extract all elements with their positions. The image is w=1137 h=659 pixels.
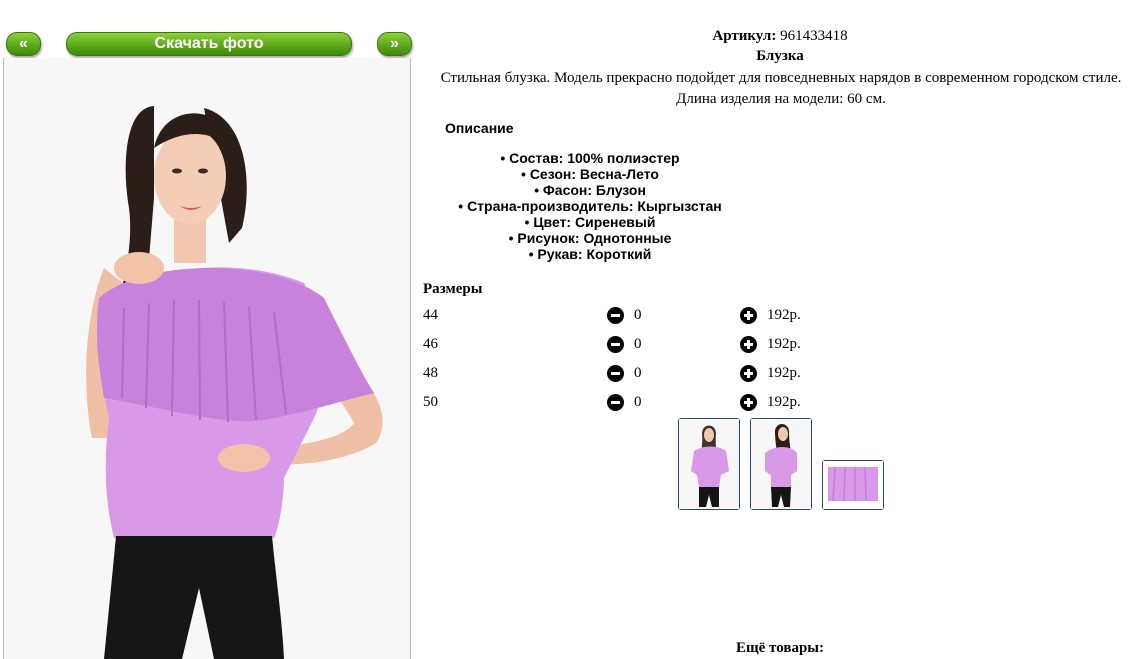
minus-icon[interactable]	[607, 365, 624, 382]
thumbnail-fabric-detail[interactable]	[822, 460, 884, 510]
product-title: Блузка	[756, 48, 804, 64]
main-product-photo	[3, 58, 411, 659]
size-label: 48	[423, 365, 438, 381]
next-photo-button[interactable]: »	[377, 32, 412, 56]
price-value: 192р.	[767, 365, 801, 381]
article-line: Артикул: 961433418	[420, 28, 1137, 45]
feature-item: • Страна-производитель: Кыргызстан	[458, 198, 722, 214]
plus-icon[interactable]	[740, 365, 757, 382]
plus-icon[interactable]	[740, 394, 757, 411]
price-value: 192р.	[767, 307, 801, 323]
article-number: 961433418	[780, 28, 848, 44]
thumbnail-image	[823, 461, 883, 509]
feature-item: • Фасон: Блузон	[534, 182, 646, 198]
size-label: 50	[423, 394, 438, 410]
price-value: 192р.	[767, 394, 801, 410]
price-value: 192р.	[767, 336, 801, 352]
model-photo	[4, 58, 410, 659]
plus-icon[interactable]	[740, 336, 757, 353]
feature-item: • Сезон: Весна-Лето	[521, 166, 659, 182]
thumbnail-front[interactable]	[678, 418, 740, 510]
feature-item: • Рукав: Короткий	[528, 246, 652, 262]
download-photo-button[interactable]: Скачать фото	[66, 32, 352, 56]
size-label: 46	[423, 336, 438, 352]
thumbnail-image	[679, 419, 739, 509]
quantity-value: 0	[634, 394, 642, 410]
quantity-value: 0	[634, 336, 642, 352]
quantity-value: 0	[634, 365, 642, 381]
thumbnail-side[interactable]	[750, 418, 812, 510]
thumbnail-image	[751, 419, 811, 509]
more-products-heading: Ещё товары:	[735, 640, 825, 656]
product-description: Стильная блузка. Модель прекрасно подойд…	[440, 70, 1122, 107]
description-heading: Описание	[445, 120, 514, 136]
size-row-50: 50 0 192р.	[423, 394, 843, 414]
sizes-heading: Размеры	[423, 281, 483, 297]
minus-icon[interactable]	[607, 336, 624, 353]
feature-item: • Состав: 100% полиэстер	[500, 150, 680, 166]
size-row-48: 48 0 192р.	[423, 365, 843, 385]
feature-list: • Состав: 100% полиэстер • Сезон: Весна-…	[420, 150, 760, 262]
plus-icon[interactable]	[740, 307, 757, 324]
feature-item: • Рисунок: Однотонные	[508, 230, 672, 246]
article-label: Артикул:	[712, 28, 777, 44]
size-row-46: 46 0 192р.	[423, 336, 843, 356]
minus-icon[interactable]	[607, 307, 624, 324]
quantity-value: 0	[634, 307, 642, 323]
size-row-44: 44 0 192р.	[423, 307, 843, 327]
size-label: 44	[423, 307, 438, 323]
feature-item: • Цвет: Сиреневый	[524, 214, 656, 230]
minus-icon[interactable]	[607, 394, 624, 411]
prev-photo-button[interactable]: «	[6, 32, 41, 56]
